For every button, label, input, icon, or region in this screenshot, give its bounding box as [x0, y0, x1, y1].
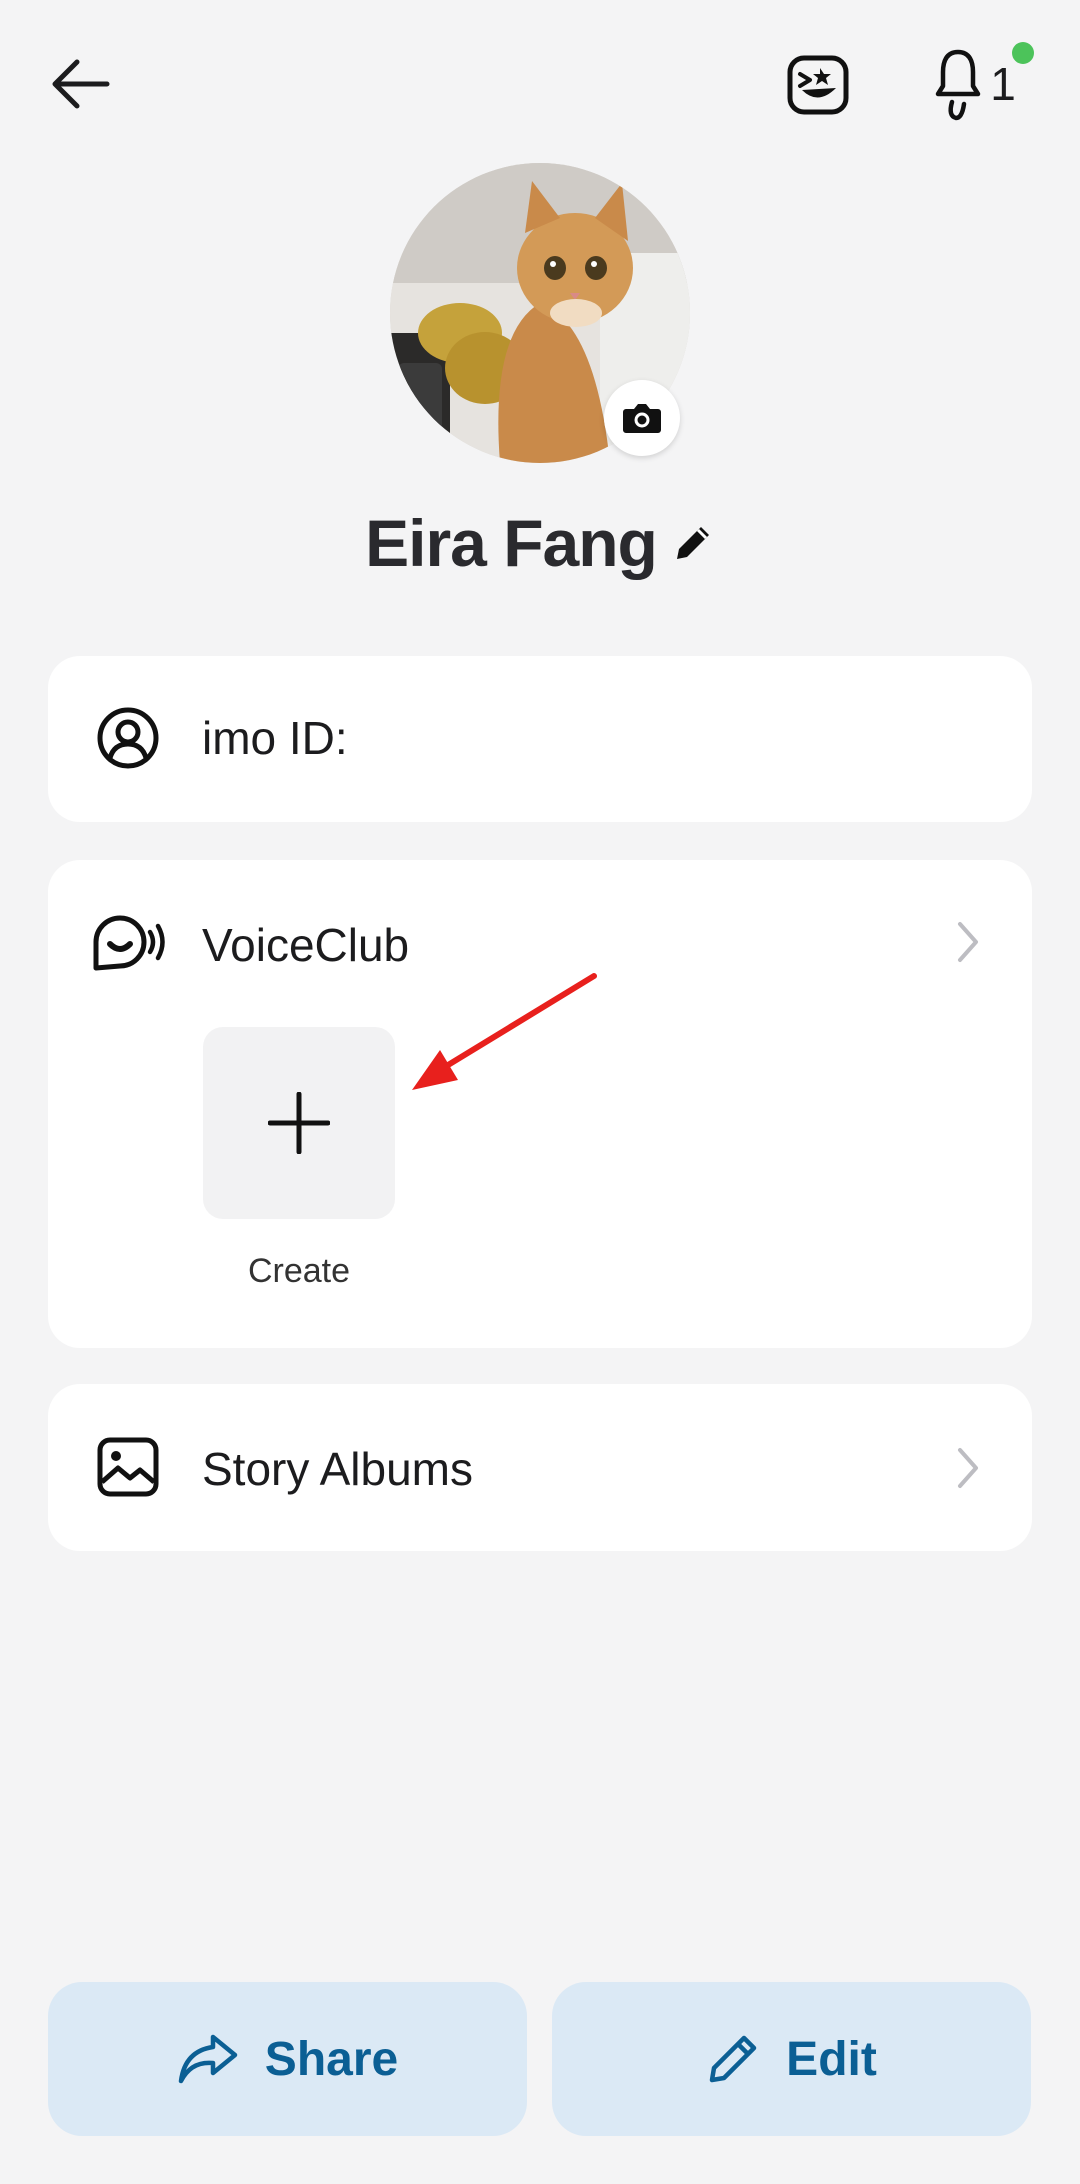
create-label: Create: [247, 1252, 351, 1290]
user-circle-icon: [97, 707, 159, 769]
laughing-face-icon: [787, 55, 849, 115]
share-label: Share: [264, 2032, 399, 2086]
annotation-arrow: [412, 973, 597, 1090]
notification-count: 1: [990, 58, 1016, 110]
back-button[interactable]: [40, 44, 120, 124]
create-voiceclub-button[interactable]: [203, 1027, 395, 1219]
change-avatar-button[interactable]: [604, 380, 680, 456]
camera-icon: [623, 404, 661, 433]
arrow-left-icon: [52, 59, 110, 109]
chevron-right-icon: [958, 1448, 978, 1488]
bell-icon: [935, 49, 981, 121]
story-albums-label: Story Albums: [202, 1443, 473, 1495]
image-icon: [97, 1437, 159, 1497]
share-button[interactable]: Share: [48, 1982, 527, 2136]
story-albums-card[interactable]: Story Albums: [48, 1384, 1032, 1551]
chevron-right-icon: [958, 922, 978, 962]
notification-dot: [1012, 42, 1034, 64]
plus-icon: [268, 1092, 330, 1154]
share-icon: [178, 2034, 238, 2084]
profile-name: Eira Fang: [365, 506, 658, 580]
profile-name-row: Eira Fang: [0, 498, 1080, 588]
edit-button[interactable]: Edit: [552, 1982, 1031, 2136]
voiceclub-card: VoiceClub Create: [48, 860, 1032, 1348]
imo-id-card[interactable]: imo ID:: [48, 656, 1032, 822]
emoji-button[interactable]: [782, 50, 854, 120]
voice-chat-icon: [93, 915, 165, 971]
imo-id-label: imo ID:: [202, 712, 348, 764]
pencil-icon[interactable]: [671, 521, 715, 565]
edit-pencil-icon: [709, 2035, 757, 2083]
voiceclub-label: VoiceClub: [202, 919, 410, 971]
edit-label: Edit: [786, 2032, 877, 2086]
